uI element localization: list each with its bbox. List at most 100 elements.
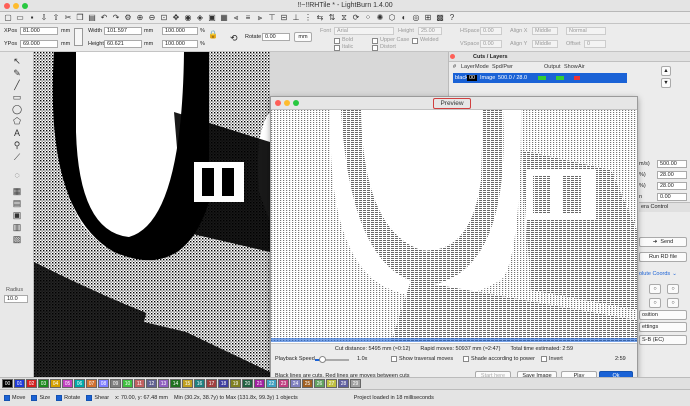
table-row[interactable]: black 00 Image 500.0 / 28.0 (453, 73, 627, 83)
paste-icon[interactable]: ▤ (87, 13, 97, 22)
side-speed-input[interactable]: 500.00 (657, 160, 687, 168)
boolean-union-icon[interactable]: ▣ (11, 210, 23, 220)
text-tool-icon[interactable]: A (11, 128, 23, 138)
ypos-input[interactable]: 69.000 (20, 40, 58, 48)
move-checkbox[interactable] (4, 395, 10, 401)
palette-swatch[interactable]: 28 (338, 379, 349, 388)
offset-tool-icon[interactable]: ◌ (11, 170, 23, 180)
palette-swatch[interactable]: 11 (134, 379, 145, 388)
redo-icon[interactable]: ↷ (111, 13, 121, 22)
palette-swatch[interactable]: 25 (302, 379, 313, 388)
line-tool-icon[interactable]: ╱ (11, 80, 23, 90)
palette-swatch[interactable]: 00 (2, 379, 13, 388)
settings-button[interactable]: ettings (639, 322, 687, 332)
measure-tool-icon[interactable]: ⟋ (11, 152, 23, 162)
pan-icon[interactable]: ✥ (171, 13, 181, 22)
vspace-input[interactable]: 0.00 (480, 40, 502, 48)
welded-checkbox[interactable] (412, 38, 418, 44)
height-input[interactable]: 60.621 (104, 40, 142, 48)
size-checkbox[interactable] (31, 395, 38, 401)
jog-circle-1-icon[interactable]: ○ (649, 284, 661, 294)
palette-swatch[interactable]: 24 (290, 379, 301, 388)
side-offset-input[interactable]: 0.00 (657, 193, 687, 201)
jog-circle-4-icon[interactable]: ○ (667, 298, 679, 308)
palette-swatch[interactable]: 23 (278, 379, 289, 388)
minimize-window-icon[interactable] (13, 3, 19, 9)
run-rd-file-button[interactable]: Run RD file (639, 252, 687, 262)
palette-swatch[interactable]: 09 (110, 379, 121, 388)
preview-minimize-icon[interactable] (284, 100, 290, 106)
jog-circle-3-icon[interactable]: ○ (649, 298, 661, 308)
lock-ratio-icon[interactable]: 🔒 (208, 30, 218, 39)
close-window-icon[interactable] (4, 3, 10, 9)
flip-v-icon[interactable]: ⇅ (327, 13, 337, 22)
layer-up-icon[interactable]: ▲ (661, 66, 671, 76)
help-icon[interactable]: ? (447, 13, 457, 22)
width-input[interactable]: 101.597 (104, 27, 142, 35)
side-min-power-input[interactable]: 28.00 (657, 182, 687, 190)
air-toggle-icon[interactable] (574, 76, 580, 80)
palette-swatch[interactable]: 13 (158, 379, 169, 388)
palette-swatch[interactable]: 22 (266, 379, 277, 388)
boolean-intersect-icon[interactable]: ▧ (11, 234, 23, 244)
palette-swatch[interactable]: 21 (254, 379, 265, 388)
boolean-icon[interactable]: ◐ (399, 13, 409, 22)
rotate-unit-button[interactable]: mm (294, 32, 312, 42)
edit-nodes-icon[interactable]: ✎ (11, 68, 23, 78)
palette-swatch[interactable]: 10 (122, 379, 133, 388)
text-mode-select[interactable]: Normal (566, 27, 606, 35)
palette-swatch[interactable]: 26 (314, 379, 325, 388)
rectangle-tool-icon[interactable]: ▭ (11, 92, 23, 102)
upper-case-checkbox[interactable] (372, 38, 378, 44)
palette-swatch[interactable]: 02 (26, 379, 37, 388)
circle-array-icon[interactable]: ✺ (375, 13, 385, 22)
palette-swatch[interactable]: 01 (14, 379, 25, 388)
jog-circle-2-icon[interactable]: ○ (667, 284, 679, 294)
xpos-input[interactable]: 81.000 (20, 27, 58, 35)
camera-icon[interactable]: ◉ (183, 13, 193, 22)
preview-close-icon[interactable] (275, 100, 281, 106)
camera-control-tab[interactable]: era Control (639, 202, 690, 212)
import-icon[interactable]: ⇩ (39, 13, 49, 22)
design-canvas[interactable] (34, 52, 270, 377)
align-y-select[interactable]: Middle (532, 40, 558, 48)
weld-icon[interactable]: ⬡ (387, 13, 397, 22)
grid-icon[interactable]: ▩ (435, 13, 445, 22)
palette-swatch[interactable]: 03 (38, 379, 49, 388)
distribute-icon[interactable]: ⋮ (303, 13, 313, 22)
rotate-checkbox[interactable] (56, 395, 63, 401)
shear-checkbox[interactable] (86, 395, 93, 401)
palette-swatch[interactable]: 04 (50, 379, 61, 388)
select-arrow-icon[interactable]: ↖ (11, 56, 23, 66)
align-right-icon[interactable]: ⫸ (255, 13, 265, 22)
palette-swatch[interactable]: 14 (170, 379, 181, 388)
position-laser-icon[interactable]: ⚲ (11, 140, 23, 150)
rotate-icon[interactable]: ⟳ (351, 13, 361, 22)
measure-icon[interactable]: ⊞ (423, 13, 433, 22)
align-middle-icon[interactable]: ⊟ (279, 13, 289, 22)
rotate-dial-icon[interactable]: ⟲ (230, 34, 238, 43)
frame-icon[interactable]: ⊡ (159, 13, 169, 22)
palette-swatch[interactable]: 07 (86, 379, 97, 388)
palette-swatch[interactable]: 29 (350, 379, 361, 388)
ellipse-tool-icon[interactable]: ◯ (11, 104, 23, 114)
radius-input[interactable]: 10.0 (4, 295, 28, 303)
shade-power-checkbox[interactable] (463, 356, 469, 362)
invert-checkbox[interactable] (541, 356, 547, 362)
flip-h-icon[interactable]: ⇆ (315, 13, 325, 22)
output-toggle-icon[interactable] (538, 76, 546, 80)
device-select[interactable]: S-B (EC) (639, 335, 687, 345)
send-button[interactable]: ➜ Send (639, 237, 687, 247)
hspace-input[interactable]: 0.00 (480, 27, 502, 35)
polygon-tool-icon[interactable]: ⬠ (11, 116, 23, 126)
palette-swatch[interactable]: 27 (326, 379, 337, 388)
close-panel-icon[interactable] (450, 54, 455, 59)
bold-checkbox[interactable] (334, 38, 340, 44)
zoom-in-icon[interactable]: ⊕ (135, 13, 145, 22)
playback-speed-knob[interactable] (319, 356, 327, 363)
boolean-diff-icon[interactable]: ▥ (11, 222, 23, 232)
array-icon[interactable]: ⁘ (363, 13, 373, 22)
font-height-input[interactable]: 25.00 (418, 27, 442, 35)
show-traversal-checkbox[interactable] (391, 356, 397, 362)
open-file-icon[interactable]: ▢ (3, 13, 13, 22)
